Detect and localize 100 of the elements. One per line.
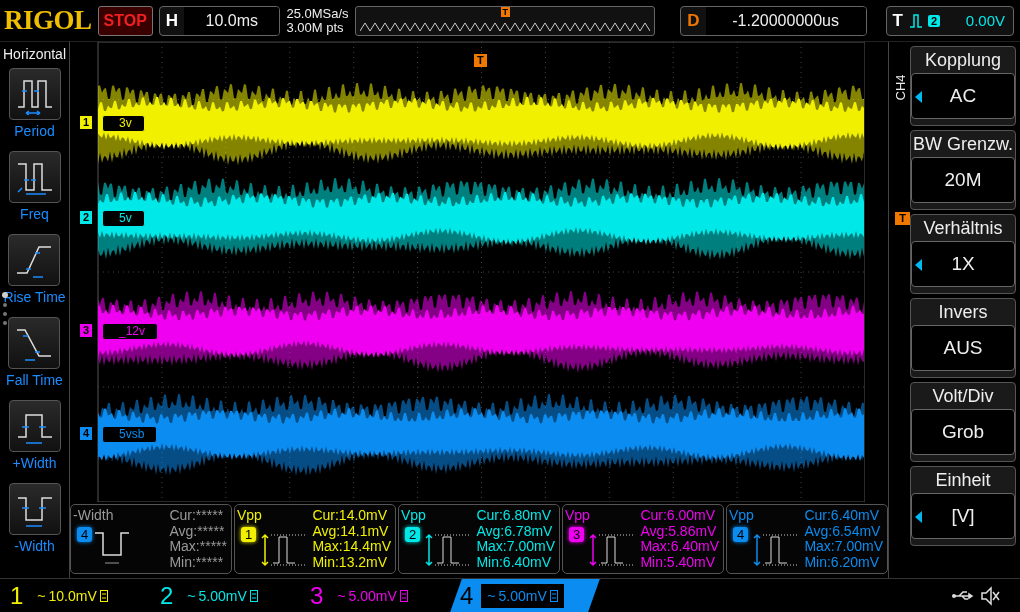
trigger-source-badge: 2	[927, 14, 941, 27]
bandwidth-limit-icon	[399, 589, 408, 602]
channel-menu-label: CH4	[892, 74, 908, 101]
measure-label: Rise Time	[3, 289, 66, 305]
channel-marker[interactable]: 2	[80, 211, 93, 224]
channel-scale: 5.00mV	[498, 587, 547, 604]
measurement-title: Vpp	[729, 507, 754, 523]
measure-button[interactable]	[8, 483, 61, 535]
measure-button[interactable]	[8, 68, 61, 120]
measurement-value: Cur:14.0mV	[312, 508, 389, 524]
channel-label: _12v	[102, 323, 159, 340]
channel-scale: 5.00mV	[348, 587, 397, 604]
speaker-muted-icon	[980, 585, 1000, 606]
measurement-value: Cur:6.00mV	[640, 508, 717, 524]
softkey-value: 1X	[951, 253, 975, 275]
channel-marker[interactable]: 1	[80, 116, 93, 129]
trigger-field: T 2 0.00V	[885, 5, 1014, 36]
channel-scale: 5.00mV	[198, 587, 247, 604]
softkey-title: BW Grenzw.	[913, 133, 1013, 156]
trigger-level: 0.00V	[965, 12, 1005, 29]
channel-number: 1	[10, 581, 24, 610]
softkey-value: [V]	[951, 505, 975, 527]
measurement-value: Min:6.40mV	[476, 554, 553, 570]
measure-label: Freq	[20, 206, 49, 222]
measurement-title: Vpp	[565, 507, 590, 523]
softkey-menu-item[interactable]: BW Grenzw. 20M	[910, 130, 1016, 210]
measurement-title: -Width	[73, 507, 114, 523]
measurement-panel[interactable]: Vpp 4 Cur:6.40mV Avg:6.54mV Max:7.00mV Min:6.20mV	[726, 504, 888, 574]
measurement-value: Min:*****	[169, 554, 225, 570]
softkey-menu-item[interactable]: Invers AUS	[910, 298, 1016, 378]
memory-depth: 3.00M pts	[286, 20, 345, 35]
measure-label: Fall Time	[6, 372, 63, 388]
softkey-title: Volt/Div	[932, 385, 994, 408]
coupling-symbol: ~	[37, 587, 46, 604]
measurement-value: Min:13.2mV	[312, 554, 389, 570]
channel-badge: 1	[241, 527, 257, 542]
measure-button[interactable]	[8, 317, 61, 369]
measure-label: Period	[14, 123, 55, 139]
bandwidth-limit-icon	[99, 589, 108, 602]
softkey-menu-item[interactable]: Kopplung AC	[910, 46, 1016, 126]
coupling-symbol: ~	[487, 587, 496, 604]
channel-label: 5vsb	[102, 426, 158, 443]
channel-tab[interactable]: 3 ~ 5.00mV	[300, 578, 450, 612]
softkey-title: Einheit	[935, 469, 991, 492]
measure-button[interactable]	[8, 234, 61, 286]
measurement-value: Avg:*****	[169, 523, 226, 539]
softkey-menu-item[interactable]: Einheit [V]	[910, 466, 1016, 546]
left-arrow-icon	[915, 91, 922, 103]
softkey-value: AUS	[943, 337, 983, 359]
channel-tab[interactable]: 1 ~ 10.0mV	[0, 578, 150, 612]
softkey-value: Grob	[941, 421, 985, 443]
softkey-value: 20M	[944, 169, 982, 191]
left-arrow-icon	[915, 511, 922, 523]
timebase-field: H 10.0ms	[158, 5, 281, 36]
softkey-menu-item[interactable]: Verhältnis 1X	[910, 214, 1016, 294]
measurement-panel[interactable]: Vpp 2 Cur:6.80mV Avg:6.78mV Max:7.00mV Min:6.40mV	[398, 504, 560, 574]
menu-title: Horizontal	[3, 45, 66, 64]
channel-badge: 4	[77, 527, 93, 542]
coupling-symbol: ~	[187, 587, 196, 604]
measurement-value: Max:*****	[169, 539, 227, 555]
usb-icon	[952, 588, 976, 603]
softkey-menu-item[interactable]: Volt/Div Grob	[910, 382, 1016, 462]
overview-wave-icon	[359, 21, 650, 32]
delay-field: D -1.20000000us	[680, 5, 867, 36]
channel-marker[interactable]: 4	[80, 427, 93, 440]
softkey-title: Verhältnis	[923, 217, 1003, 240]
bandwidth-limit-icon	[249, 589, 258, 602]
measurement-value: Max:7.00mV	[804, 539, 883, 555]
measure-label: +Width	[12, 455, 57, 471]
channel-marker[interactable]: 3	[80, 324, 93, 337]
measurement-value: Max:6.40mV	[640, 539, 719, 555]
measure-label: -Width	[14, 538, 55, 554]
trigger-level-marker: T	[895, 212, 910, 225]
measurement-title: Vpp	[401, 507, 426, 523]
trigger-position-marker: T	[474, 54, 487, 67]
measurement-value: Avg:5.86mV	[640, 523, 718, 539]
channel-tab[interactable]: 2 ~ 5.00mV	[150, 578, 300, 612]
channel-tab[interactable]: 4 ~ 5.00mV	[450, 578, 600, 612]
softkey-title: Invers	[938, 301, 988, 324]
coupling-symbol: ~	[337, 587, 346, 604]
measurement-panel[interactable]: -Width 4 Cur:***** Avg:***** Max:***** Min:*****	[70, 504, 232, 574]
measurement-panel[interactable]: Vpp 3 Cur:6.00mV Avg:5.86mV Max:6.40mV Min:5.40mV	[562, 504, 724, 574]
channel-badge: 2	[405, 527, 421, 542]
left-arrow-icon	[915, 259, 922, 271]
bandwidth-limit-icon	[549, 589, 558, 602]
channel-scale: 10.0mV	[48, 587, 97, 604]
measurement-panel[interactable]: Vpp 1 Cur:14.0mV Avg:14.1mV Max:14.4mV Min:13.2mV	[234, 504, 396, 574]
channel-badge: 4	[733, 527, 749, 542]
run-stop-status[interactable]: STOP	[97, 5, 153, 36]
channel-badge: 3	[569, 527, 585, 542]
channel-label: 3v	[102, 115, 145, 132]
measure-button[interactable]	[8, 151, 61, 203]
softkey-title: Kopplung	[924, 49, 1002, 72]
channel-number: 3	[310, 581, 324, 610]
measure-button[interactable]	[8, 400, 61, 452]
channel-label: 5v	[102, 210, 145, 227]
measurement-value: Cur:6.40mV	[804, 508, 881, 524]
measurement-value: Avg:6.78mV	[476, 523, 554, 539]
measurement-value: Avg:14.1mV	[312, 523, 390, 539]
channel-number: 2	[160, 581, 174, 610]
